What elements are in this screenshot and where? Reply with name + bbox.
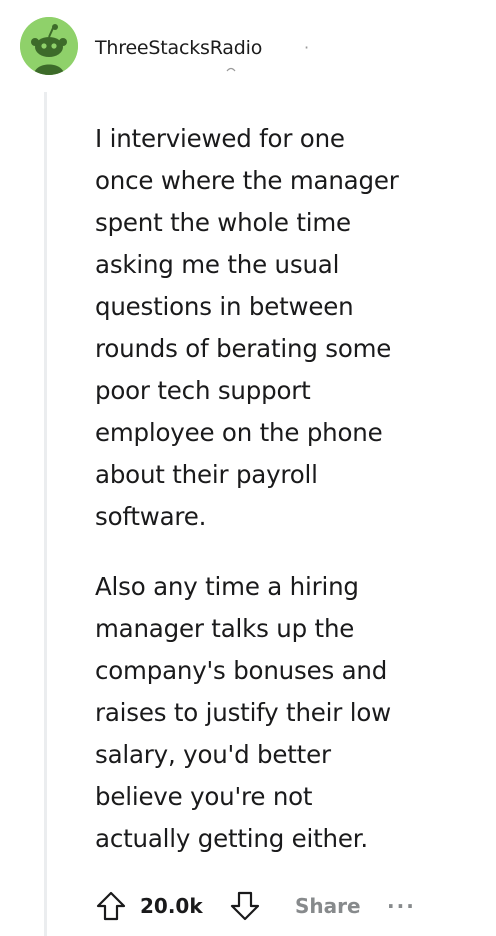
more-options-button[interactable]: ··· xyxy=(387,884,416,928)
thread-line[interactable] xyxy=(44,92,47,936)
comment-body: I interviewed for one once where the man… xyxy=(95,118,475,860)
text-line: salary, you'd better xyxy=(95,740,331,769)
comment-paragraph: I interviewed for one once where the man… xyxy=(95,118,475,538)
share-button[interactable]: Share xyxy=(295,884,361,928)
text-line: spent the whole time xyxy=(95,208,351,237)
downvote-arrow-icon xyxy=(230,891,260,921)
text-line: believe you're not xyxy=(95,782,313,811)
comment: ThreeStacksRadio · I interviewed for one… xyxy=(0,0,496,936)
upvote-button[interactable] xyxy=(94,884,128,928)
text-line: Also any time a hiring xyxy=(95,572,359,601)
text-line: once where the manager xyxy=(95,166,399,195)
text-line: manager talks up the xyxy=(95,614,355,643)
comment-paragraph: Also any time a hiring manager talks up … xyxy=(95,566,475,860)
upvote-arrow-icon xyxy=(96,891,126,921)
vote-score: 20.0k xyxy=(140,894,203,918)
text-line: actually getting either. xyxy=(95,824,368,853)
comment-author[interactable]: ThreeStacksRadio xyxy=(95,37,262,59)
text-line: questions in between xyxy=(95,292,354,321)
caret-up-icon xyxy=(226,67,236,72)
user-avatar[interactable] xyxy=(20,17,78,75)
text-line: asking me the usual xyxy=(95,250,340,279)
text-line: I interviewed for one xyxy=(95,124,345,153)
reddit-snoo-avatar-icon xyxy=(20,17,78,75)
text-line: employee on the phone xyxy=(95,418,383,447)
text-line: company's bonuses and xyxy=(95,656,388,685)
downvote-button[interactable] xyxy=(228,884,262,928)
text-line: about their payroll xyxy=(95,460,318,489)
text-line: software. xyxy=(95,502,207,531)
text-line: raises to justify their low xyxy=(95,698,391,727)
text-line: poor tech support xyxy=(95,376,311,405)
separator-dot: · xyxy=(304,38,310,57)
comment-actions: 20.0k Share ··· xyxy=(94,884,474,928)
text-line: rounds of berating some xyxy=(95,334,392,363)
